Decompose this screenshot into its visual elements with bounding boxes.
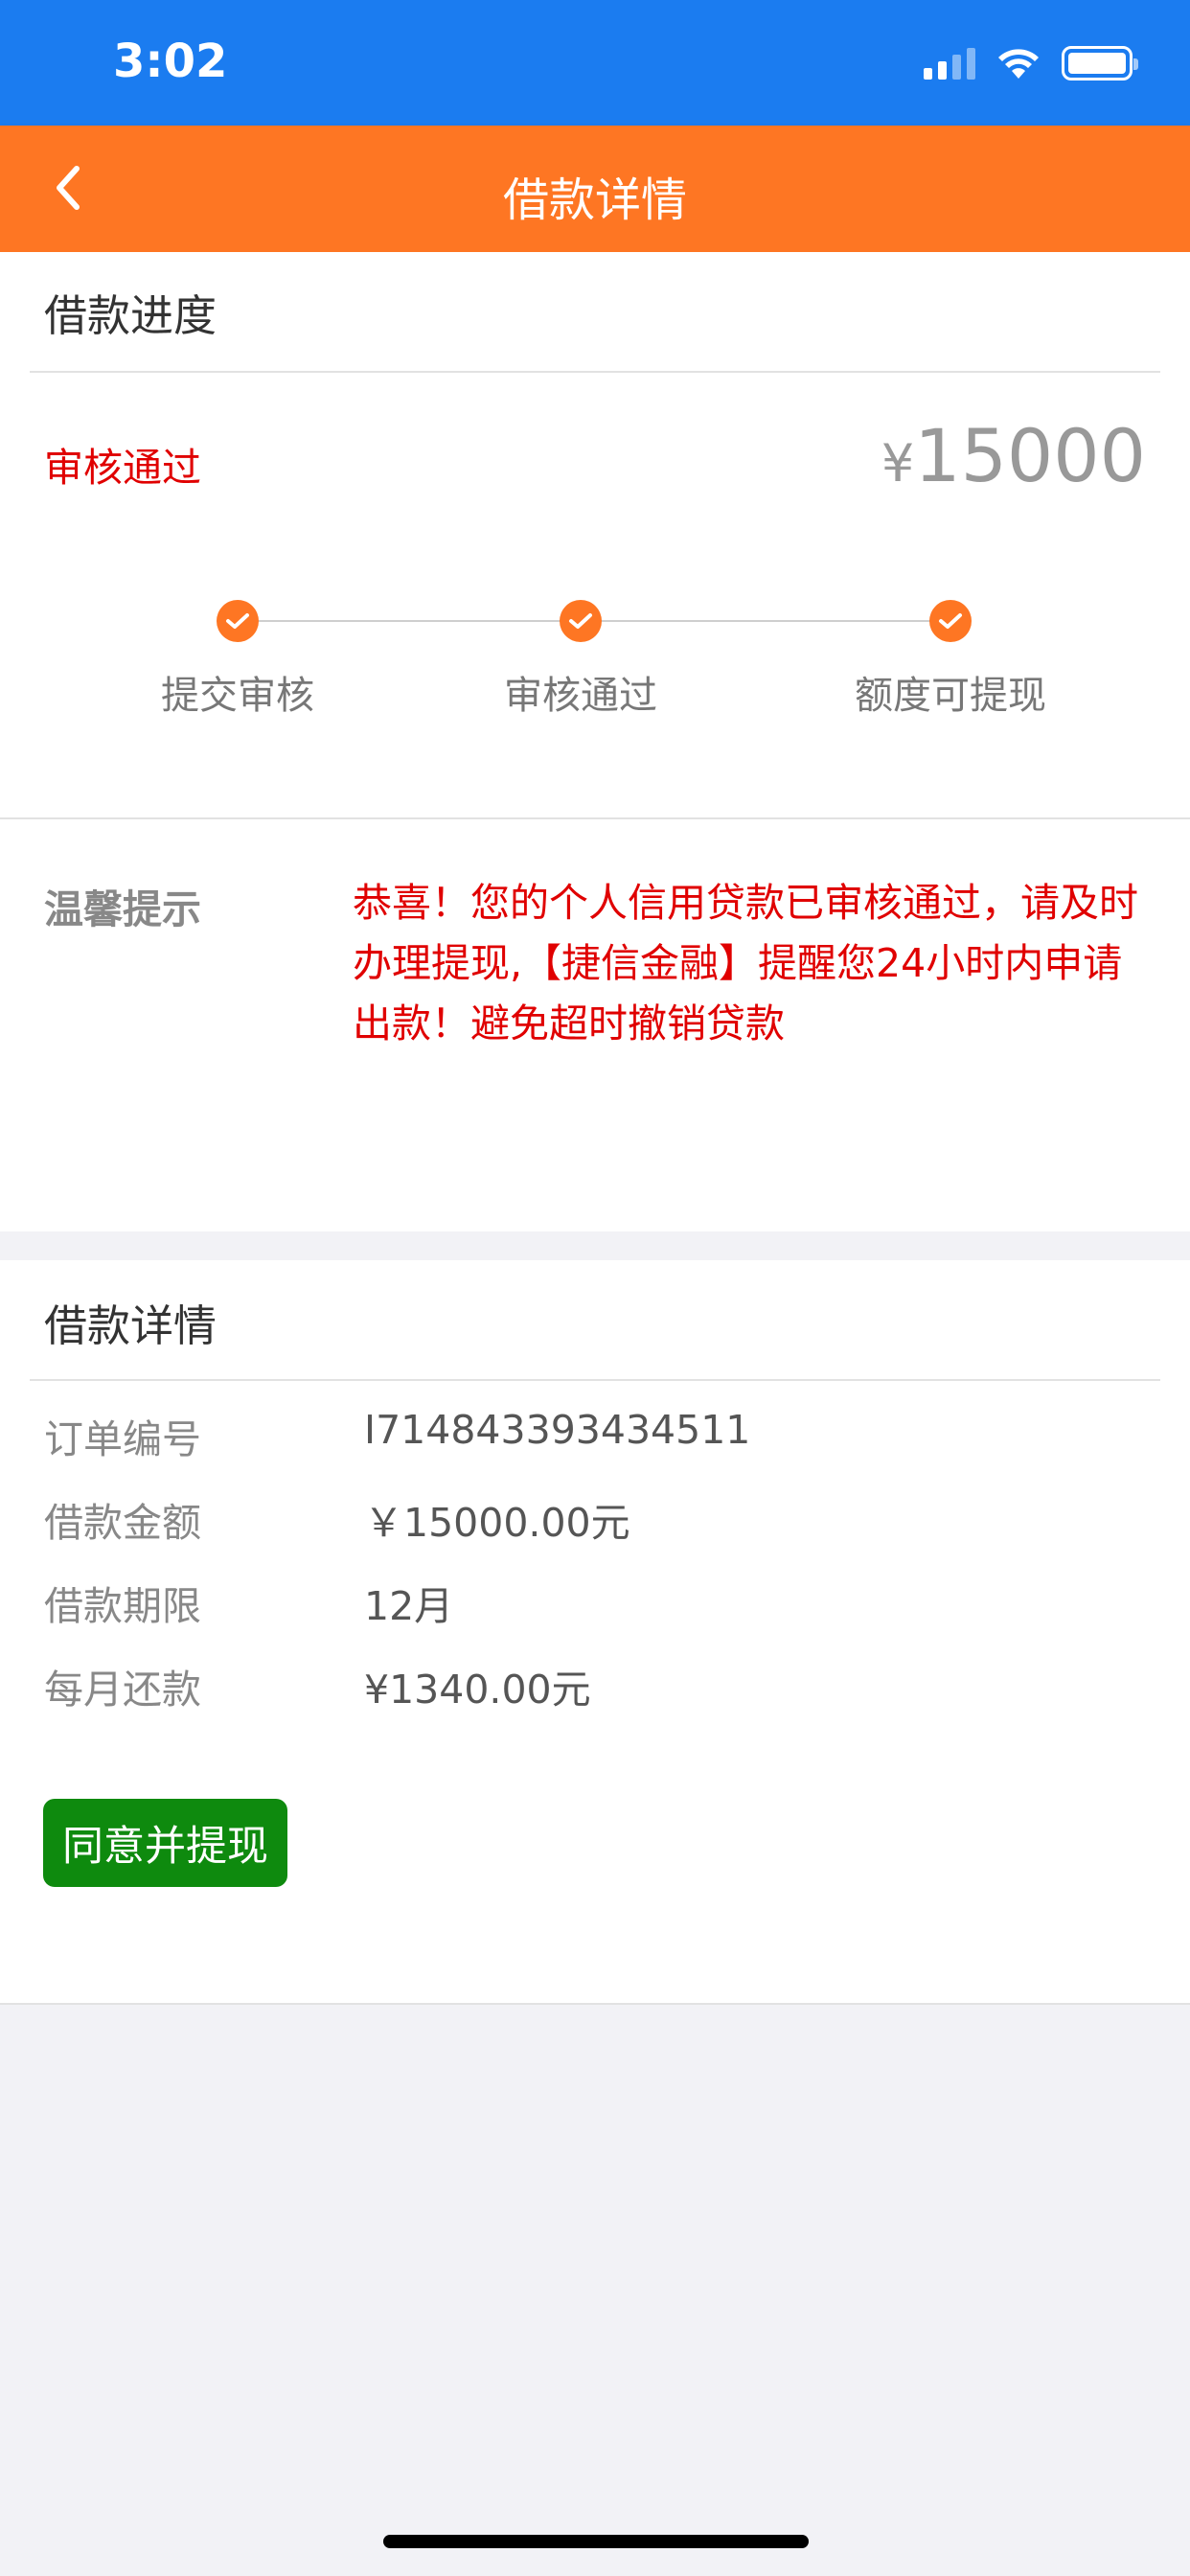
cellular-signal-icon [924,47,975,80]
divider [30,1379,1160,1381]
review-status: 审核通过 [44,445,201,491]
agree-and-withdraw-button[interactable]: 同意并提现 [43,1799,287,1887]
currency-symbol: ¥ [881,433,915,494]
loan-term-value: 12月 [364,1583,454,1629]
loan-amount: ¥15000 [881,413,1146,498]
nav-bar: 借款详情 [0,126,1190,252]
loan-details-card: 借款详情 订单编号 I714843393434511 借款金额 ￥15000.0… [0,1260,1190,2003]
battery-icon [1062,46,1138,80]
divider [0,2003,1190,2005]
progress-section-title: 借款进度 [44,290,217,341]
monthly-payment-value: ¥1340.00元 [364,1667,591,1713]
order-number-label: 订单编号 [44,1416,201,1462]
step-label-submit: 提交审核 [161,674,314,718]
tip-label: 温馨提示 [44,886,201,932]
status-bar: 3:02 [0,0,1190,126]
step-check-icon [929,600,972,642]
step-label-withdrawable: 额度可提现 [855,674,1046,718]
step-label-approved: 审核通过 [504,674,657,718]
order-number-value: I714843393434511 [364,1407,751,1453]
page-title: 借款详情 [502,173,687,227]
details-section-title: 借款详情 [44,1300,217,1351]
amount-value: 15000 [914,413,1146,498]
tip-card: 温馨提示 恭喜！您的个人信用贷款已审核通过，请及时办理提现,【捷信金融】提醒您2… [0,817,1190,1231]
step-check-icon [217,600,259,642]
home-indicator[interactable] [383,2535,809,2548]
loan-term-label: 借款期限 [44,1583,201,1629]
wifi-icon [998,49,1039,79]
monthly-payment-label: 每月还款 [44,1667,201,1713]
loan-amount-value: ￥15000.00元 [364,1500,630,1546]
loan-amount-label: 借款金额 [44,1500,201,1546]
status-icons [924,44,1138,82]
loan-progress-card: 借款进度 审核通过 ¥15000 提交审核 审核通过 额度可提现 [0,252,1190,817]
status-time: 3:02 [113,34,228,88]
divider [30,371,1160,373]
step-check-icon [560,600,602,642]
tip-message: 恭喜！您的个人信用贷款已审核通过，请及时办理提现,【捷信金融】提醒您24小时内申… [353,880,1138,1046]
